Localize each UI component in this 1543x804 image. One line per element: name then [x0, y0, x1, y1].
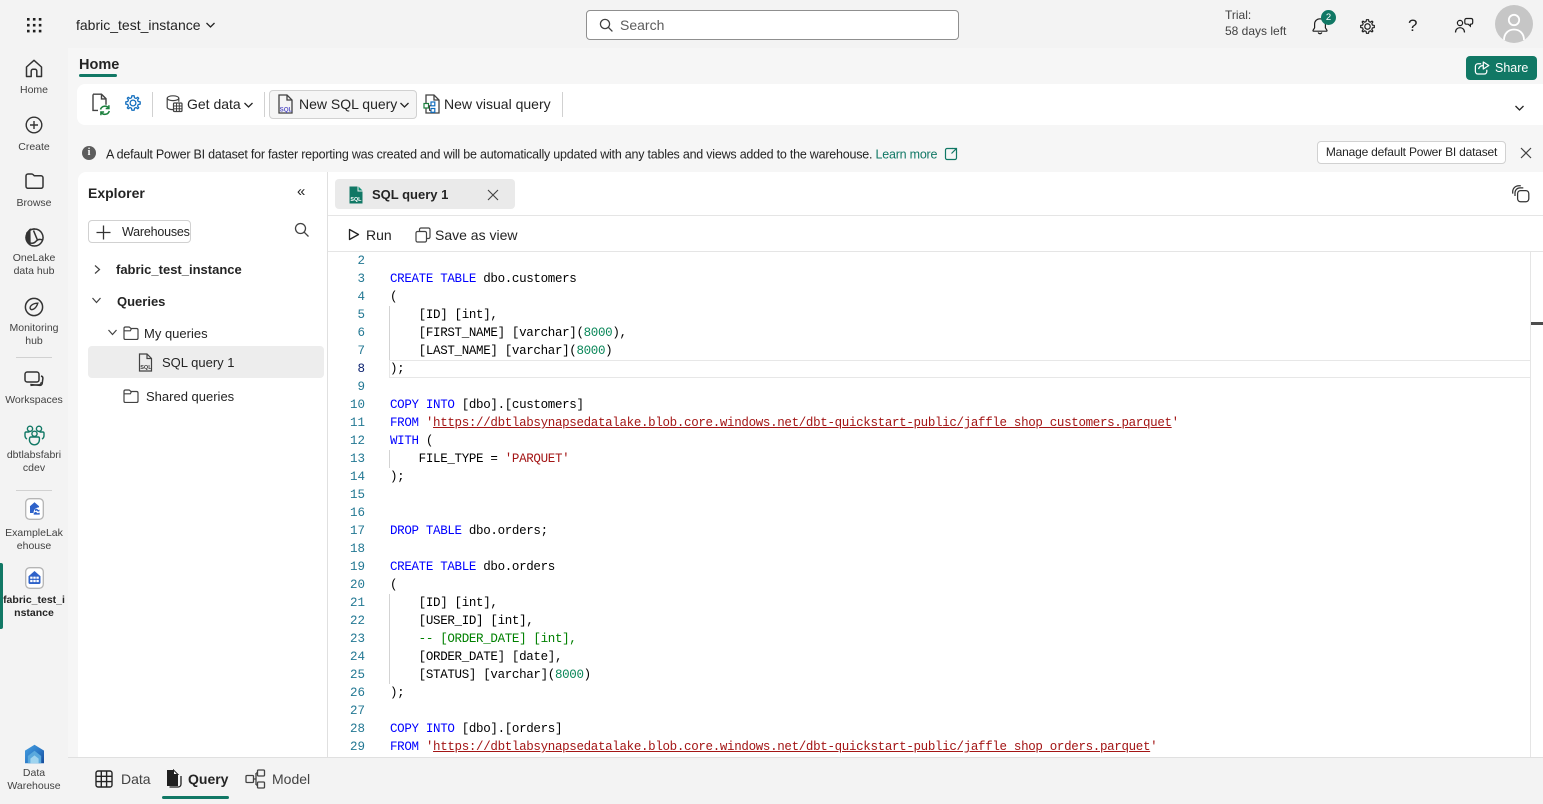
- svg-text:SQL: SQL: [280, 107, 293, 114]
- svg-text:SQL: SQL: [350, 197, 362, 203]
- svg-text:SQL: SQL: [140, 365, 152, 371]
